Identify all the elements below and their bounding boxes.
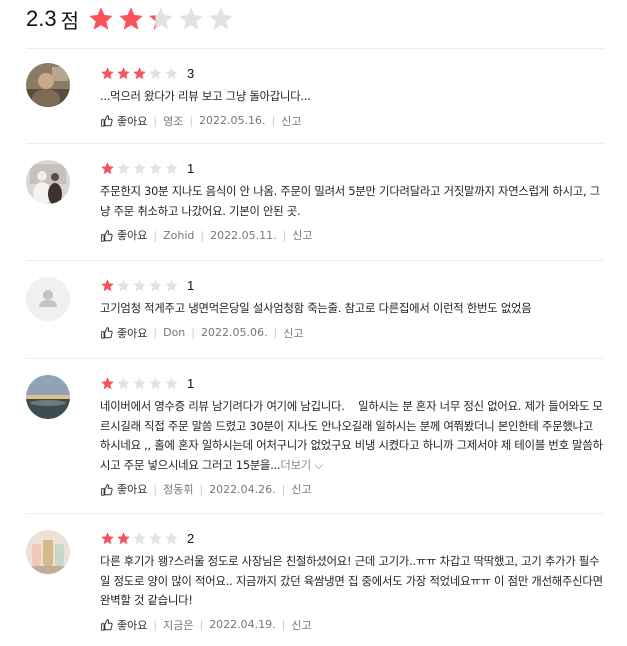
star-filled-icon [101, 376, 114, 389]
like-label: 좋아요 [117, 618, 148, 632]
like-label: 좋아요 [117, 229, 148, 242]
avatar[interactable] [26, 277, 70, 321]
score-unit: 점 [60, 8, 79, 33]
review-author[interactable]: Don [163, 326, 185, 339]
review-text: 고기엄청 적게주고 냉면먹은당일 설사엄청함 죽는줄. 참고로 다른집에서 이런… [100, 302, 532, 315]
star-empty-icon [165, 161, 178, 174]
star-filled-icon [117, 66, 130, 79]
review-date: 2022.04.26. [209, 482, 276, 496]
review-author[interactable]: 지금은 [163, 617, 193, 633]
review-text: 네이버에서 영수증 리뷰 남기려다가 여기에 남깁니다. 일하시는 분 혼자 너… [100, 397, 604, 475]
star-empty-icon [165, 376, 178, 389]
star-icon [207, 5, 235, 33]
star-empty-icon [117, 161, 130, 174]
rating-value: 2 [187, 530, 195, 546]
review-text: ...먹으러 왔다가 리뷰 보고 그냥 돌아갑니다... [100, 90, 311, 103]
review-item: 1 주문한지 30분 지나도 음식이 안 나옴. 주문이 밀려서 5분만 기다려… [26, 143, 604, 260]
review-stars [100, 278, 179, 293]
avatar[interactable] [26, 530, 70, 574]
report-link[interactable]: 신고 [291, 617, 311, 633]
review-author[interactable]: 영조 [163, 113, 183, 129]
star-empty-icon [149, 376, 162, 389]
default-user-icon [26, 277, 70, 321]
rating-value: 1 [187, 375, 195, 391]
rating-value: 1 [187, 160, 195, 176]
review-item: 1 네이버에서 영수증 리뷰 남기려다가 여기에 남깁니다. 일하시는 분 혼자… [26, 358, 604, 513]
star-empty-icon [149, 531, 162, 544]
star-icon [147, 5, 175, 33]
more-button[interactable]: 더보기 ⌵ [280, 458, 323, 472]
like-button[interactable]: 좋아요 [100, 325, 147, 341]
rating-value: 3 [187, 65, 195, 81]
star-empty-icon [165, 278, 178, 291]
review-author[interactable]: Zohid [163, 229, 194, 242]
star-empty-icon [165, 66, 178, 79]
review-item: 3 ...먹으러 왔다가 리뷰 보고 그냥 돌아갑니다... 좋아요 | 영조 … [26, 48, 604, 143]
like-label: 좋아요 [117, 483, 148, 496]
review-item: 1 고기엄청 적게주고 냉면먹은당일 설사엄청함 죽는줄. 참고로 다른집에서 … [26, 260, 604, 358]
report-link[interactable]: 신고 [291, 481, 311, 497]
star-icon [177, 5, 205, 33]
star-filled-icon [101, 161, 114, 174]
chevron-down-icon: ⌵ [314, 458, 323, 472]
review-stars [100, 161, 179, 176]
star-empty-icon [149, 66, 162, 79]
review-item: 2 다른 후기가 왱?스러울 정도로 사장님은 친절하셨어요! 근데 고기가..… [26, 513, 604, 646]
star-empty-icon [133, 278, 146, 291]
star-icon [87, 5, 115, 33]
thumbs-up-icon [101, 483, 113, 496]
review-date: 2022.05.06. [200, 326, 268, 339]
review-date: 2022.04.19. [209, 618, 276, 631]
more-label: 더보기 [280, 458, 312, 472]
star-empty-icon [133, 161, 146, 174]
thumbs-up-icon [101, 115, 113, 127]
rating-summary: 2.3 점 [26, 2, 235, 36]
review-stars [100, 531, 179, 546]
star-empty-icon [149, 278, 162, 291]
report-link[interactable]: 신고 [283, 325, 303, 341]
thumbs-up-icon [101, 327, 113, 339]
like-label: 좋아요 [117, 114, 148, 128]
like-button[interactable]: 좋아요 [100, 617, 147, 633]
review-date: 2022.05.11. [210, 228, 277, 242]
star-empty-icon [117, 278, 130, 291]
star-filled-icon [133, 66, 146, 79]
thumbs-up-icon [101, 229, 113, 242]
thumbs-up-icon [101, 619, 113, 631]
review-author[interactable]: 정동휘 [163, 481, 193, 497]
like-button[interactable]: 좋아요 [100, 481, 147, 497]
review-text-body: 네이버에서 영수증 리뷰 남기려다가 여기에 남깁니다. 일하시는 분 혼자 너… [100, 400, 603, 472]
review-text: 다른 후기가 왱?스러울 정도로 사장님은 친절하셨어요! 근데 고기가..ㅠㅠ… [100, 555, 607, 607]
avatar[interactable] [26, 375, 70, 419]
star-filled-icon [101, 278, 114, 291]
like-button[interactable]: 좋아요 [100, 227, 147, 243]
review-date: 2022.05.16. [199, 114, 266, 127]
average-stars [87, 5, 235, 33]
star-empty-icon [133, 531, 146, 544]
report-link[interactable]: 신고 [281, 113, 301, 129]
rating-value: 1 [187, 277, 195, 293]
star-empty-icon [117, 376, 130, 389]
like-label: 좋아요 [117, 326, 148, 340]
star-filled-icon [117, 531, 130, 544]
review-text: 주문한지 30분 지나도 음식이 안 나옴. 주문이 밀려서 5분만 기다려달라… [100, 185, 600, 218]
avatar[interactable] [26, 63, 70, 107]
avatar[interactable] [26, 160, 70, 204]
average-score: 2.3 [26, 6, 57, 31]
star-icon [117, 5, 145, 33]
star-filled-icon [101, 66, 114, 79]
star-empty-icon [133, 376, 146, 389]
review-stars [100, 376, 179, 391]
star-empty-icon [165, 531, 178, 544]
like-button[interactable]: 좋아요 [100, 113, 147, 129]
report-link[interactable]: 신고 [292, 227, 312, 243]
star-empty-icon [149, 161, 162, 174]
star-filled-icon [101, 531, 114, 544]
review-stars [100, 66, 179, 81]
